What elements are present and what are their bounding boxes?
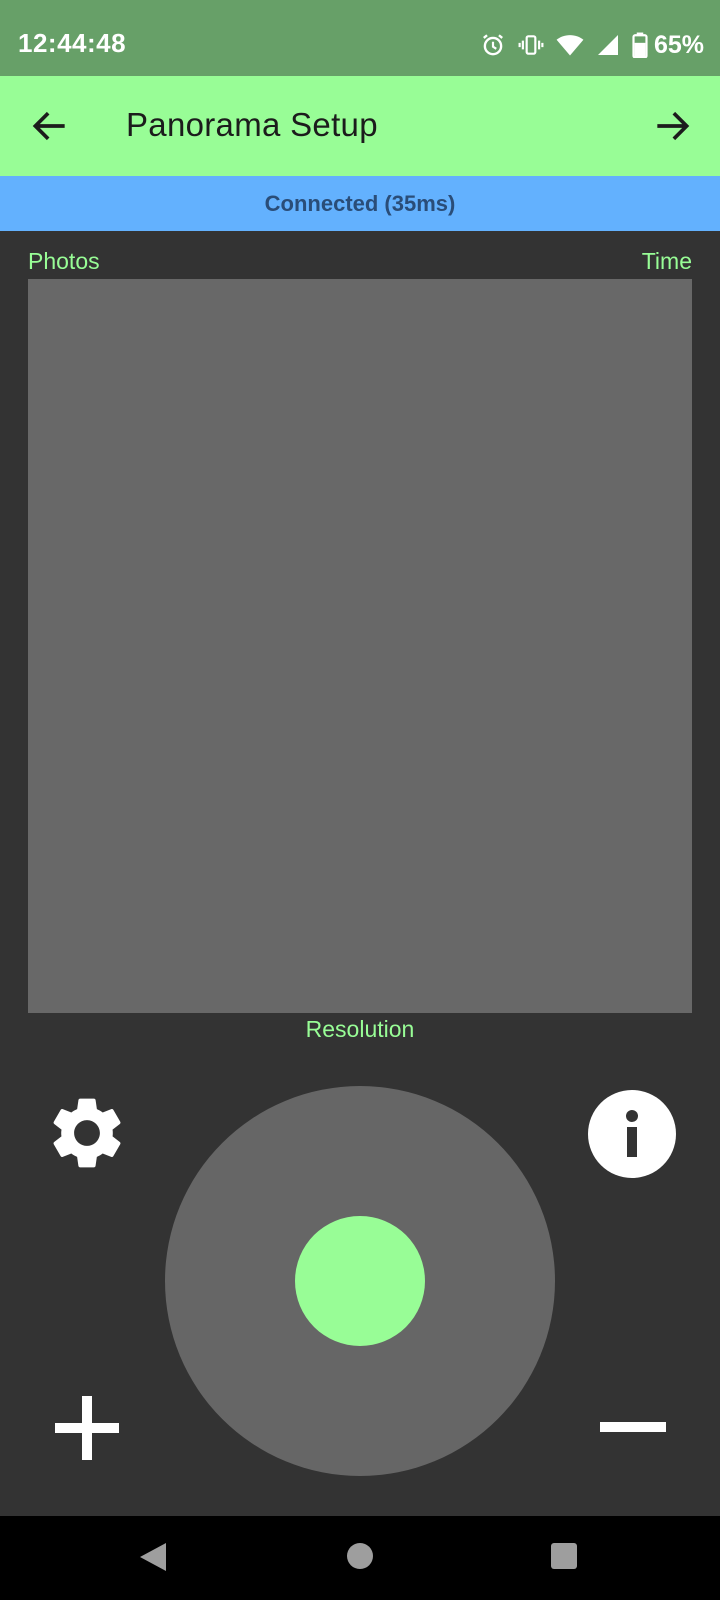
connection-status-banner: Connected (35ms): [0, 176, 720, 231]
gear-icon[interactable]: [44, 1090, 130, 1176]
alarm-icon: [480, 32, 506, 58]
battery-icon: [632, 32, 648, 58]
joystick-base[interactable]: [165, 1086, 555, 1476]
status-icons: 65%: [480, 28, 704, 62]
status-bar: 12:44:48 65%: [0, 0, 720, 76]
arrow-left-icon[interactable]: [28, 104, 72, 148]
minus-icon[interactable]: [600, 1420, 666, 1434]
plus-icon[interactable]: [55, 1396, 119, 1460]
panorama-preview-panel[interactable]: [28, 279, 692, 1013]
time-label: Time: [641, 248, 692, 274]
info-icon[interactable]: [588, 1090, 676, 1178]
page-title: Panorama Setup: [126, 106, 378, 143]
wifi-icon: [556, 32, 584, 58]
nav-recents-icon[interactable]: [551, 1543, 577, 1569]
photos-label: Photos: [28, 248, 100, 274]
nav-home-icon[interactable]: [347, 1543, 373, 1569]
cell-signal-icon: [596, 33, 620, 57]
resolution-label: Resolution: [305, 1016, 415, 1042]
battery-percent: 65%: [653, 30, 704, 59]
app-bar: Panorama Setup: [0, 76, 720, 176]
system-nav-bar: [0, 1516, 720, 1600]
arrow-right-icon[interactable]: [650, 104, 694, 148]
status-time: 12:44:48: [18, 28, 127, 58]
vibrate-icon: [518, 32, 544, 58]
joystick-knob[interactable]: [295, 1216, 425, 1346]
nav-back-icon[interactable]: [138, 1541, 168, 1573]
